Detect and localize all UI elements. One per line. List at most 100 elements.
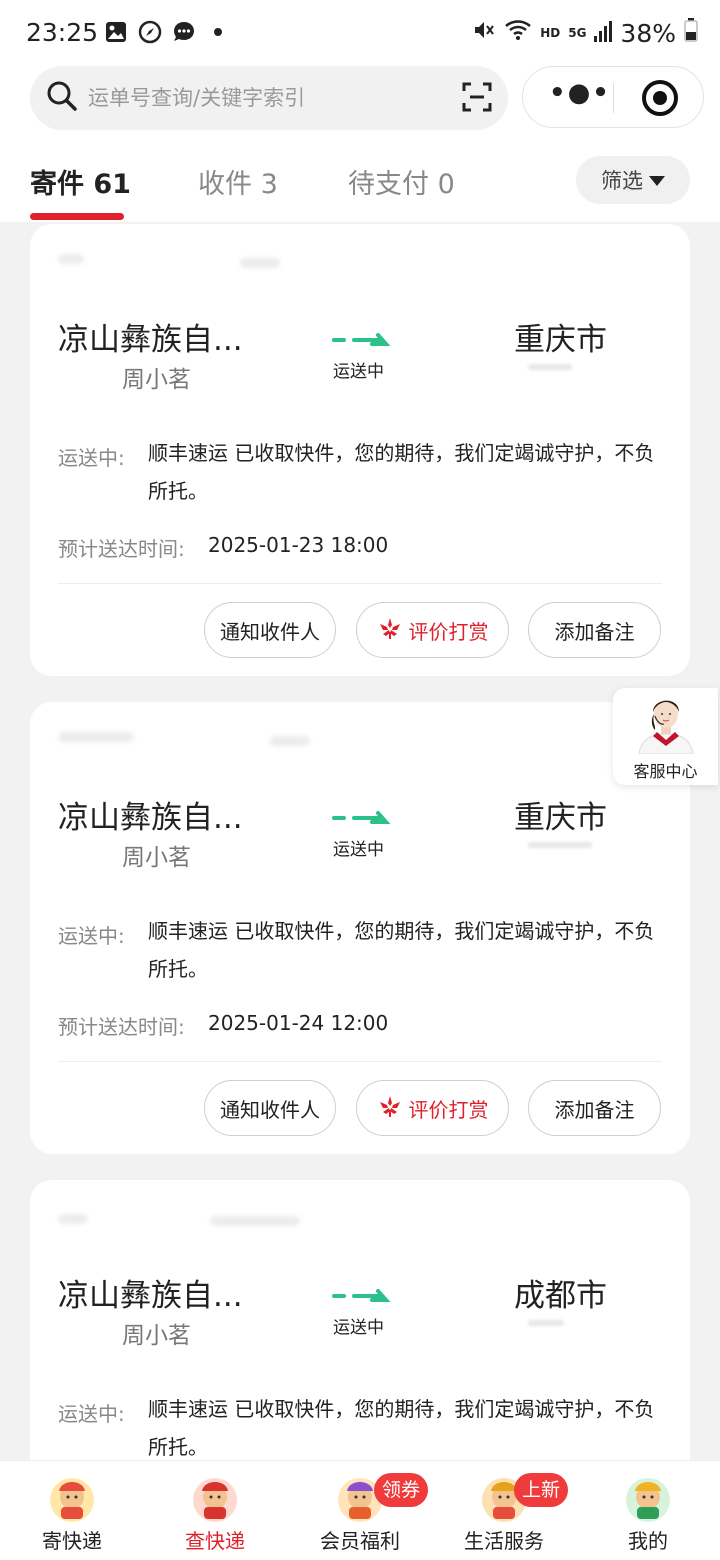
origin-city: 凉山彝族自...	[58, 1278, 243, 1314]
compass-icon	[138, 20, 162, 44]
network-type: 5G	[568, 26, 587, 40]
caret-down-icon	[649, 176, 665, 186]
destination-city: 成都市	[514, 1278, 607, 1314]
message-icon	[172, 20, 196, 44]
rate-tip-label: 评价打赏	[408, 619, 489, 644]
close-mini-program-icon[interactable]	[641, 79, 679, 121]
track-express-icon	[190, 1473, 240, 1523]
add-note-button[interactable]: 添加备注	[528, 602, 661, 658]
sender-name: 周小茗	[122, 1323, 191, 1349]
tab-pending-payment[interactable]: 待支付 0	[348, 162, 455, 201]
more-icon[interactable]: •●•	[549, 80, 609, 111]
redacted-text	[240, 258, 280, 268]
nav-life-services[interactable]: 上新 生活服务	[432, 1461, 576, 1560]
nav-member-benefits-label: 会员福利	[320, 1529, 400, 1553]
filter-button[interactable]: 筛选	[576, 156, 690, 204]
status-time: 23:25	[26, 18, 99, 47]
redacted-text	[58, 1214, 88, 1224]
add-note-label: 添加备注	[554, 619, 635, 644]
profile-icon	[623, 1473, 673, 1523]
gallery-icon	[104, 20, 128, 44]
eta-label: 预计送达时间:	[58, 1015, 185, 1039]
status-label: 运送中:	[58, 1402, 125, 1426]
status-label: 运送中:	[58, 446, 125, 470]
sender-name: 周小茗	[122, 845, 191, 871]
status-text: 顺丰速运 已收取快件，您的期待，我们定竭诚守护，不负所托。	[148, 919, 655, 981]
new-badge: 上新	[514, 1473, 569, 1507]
sf-flower-icon	[377, 1094, 403, 1123]
status-text: 顺丰速运 已收取快件，您的期待，我们定竭诚守护，不负所托。	[148, 441, 655, 503]
top-bar: •●•	[0, 66, 720, 142]
sf-flower-icon	[377, 616, 403, 645]
notify-recipient-label: 通知收件人	[220, 619, 320, 644]
divider	[58, 1061, 662, 1062]
sender-name: 周小茗	[122, 367, 191, 393]
mini-program-capsule: •●•	[522, 66, 704, 128]
redacted-text	[210, 1216, 300, 1226]
bottom-navigation: 寄快递 查快递 领券 会员福利 上新 生活服务 我的	[0, 1460, 720, 1560]
tab-send[interactable]: 寄件 61	[30, 162, 131, 201]
nav-send-express-label: 寄快递	[42, 1529, 102, 1553]
notification-icons	[104, 20, 230, 44]
notify-recipient-button[interactable]: 通知收件人	[204, 602, 336, 658]
system-indicators: HD 5G 38%	[472, 18, 698, 48]
eta-label: 预计送达时间:	[58, 537, 185, 561]
origin-city: 凉山彝族自...	[58, 322, 243, 358]
eta-value: 2025-01-24 12:00	[208, 1011, 389, 1035]
route-arrow-icon	[330, 1288, 390, 1302]
rate-tip-button[interactable]: 评价打赏	[356, 602, 509, 658]
route-status: 运送中	[333, 1318, 384, 1338]
order-card[interactable]: 凉山彝族自... 周小茗 运送中 成都市 运送中: 顺丰速运 已收取快件，您的期…	[30, 1180, 690, 1480]
route-status: 运送中	[333, 840, 384, 860]
status-label: 运送中:	[58, 924, 125, 948]
send-express-icon	[47, 1473, 97, 1523]
coupon-badge: 领券	[374, 1473, 429, 1507]
capsule-divider	[613, 83, 614, 113]
agent-avatar-icon	[631, 692, 701, 758]
nav-track-express[interactable]: 查快递	[143, 1461, 287, 1560]
status-bar: 23:25 HD 5G 38%	[0, 0, 720, 66]
wifi-icon	[504, 18, 532, 48]
battery-icon	[684, 18, 698, 48]
scan-icon[interactable]	[462, 82, 492, 116]
redacted-text	[528, 1320, 564, 1326]
nav-track-express-label: 查快递	[185, 1529, 245, 1553]
filter-label: 筛选	[601, 169, 643, 193]
divider	[58, 583, 662, 584]
redacted-text	[528, 842, 592, 848]
search-box[interactable]	[30, 66, 508, 130]
active-tab-indicator	[30, 213, 124, 220]
battery-level: 38%	[620, 18, 676, 48]
search-input[interactable]	[88, 80, 448, 116]
redacted-text	[58, 254, 84, 264]
search-icon	[46, 80, 78, 116]
add-note-label: 添加备注	[554, 1097, 635, 1122]
redacted-text	[58, 732, 134, 742]
eta-value: 2025-01-23 18:00	[208, 533, 389, 557]
customer-service-button[interactable]: 客服中心	[613, 688, 718, 785]
notify-recipient-label: 通知收件人	[220, 1097, 320, 1122]
destination-city: 重庆市	[514, 800, 607, 836]
add-note-button[interactable]: 添加备注	[528, 1080, 661, 1136]
route-arrow-icon	[330, 810, 390, 824]
nav-life-services-label: 生活服务	[464, 1529, 544, 1553]
route-status: 运送中	[333, 362, 384, 382]
order-card[interactable]: 凉山彝族自... 周小茗 运送中 重庆市 运送中: 顺丰速运 已收取快件，您的期…	[30, 224, 690, 676]
nav-member-benefits[interactable]: 领券 会员福利	[288, 1461, 432, 1560]
redacted-text	[528, 364, 572, 370]
order-card[interactable]: 凉山彝族自... 周小茗 运送中 重庆市 运送中: 顺丰速运 已收取快件，您的期…	[30, 702, 690, 1154]
nav-send-express[interactable]: 寄快递	[0, 1461, 144, 1560]
redacted-text	[270, 736, 310, 746]
mute-icon	[472, 18, 496, 48]
customer-service-label: 客服中心	[633, 762, 698, 781]
tab-receive[interactable]: 收件 3	[198, 162, 278, 201]
notify-recipient-button[interactable]: 通知收件人	[204, 1080, 336, 1136]
signal-icon	[594, 19, 613, 48]
hd-indicator: HD	[540, 26, 561, 40]
rate-tip-button[interactable]: 评价打赏	[356, 1080, 509, 1136]
nav-profile[interactable]: 我的	[576, 1461, 720, 1560]
status-text: 顺丰速运 已收取快件，您的期待，我们定竭诚守护，不负所托。	[148, 1397, 655, 1459]
nav-profile-label: 我的	[628, 1529, 668, 1553]
route-arrow-icon	[330, 332, 390, 346]
rate-tip-label: 评价打赏	[408, 1097, 489, 1122]
